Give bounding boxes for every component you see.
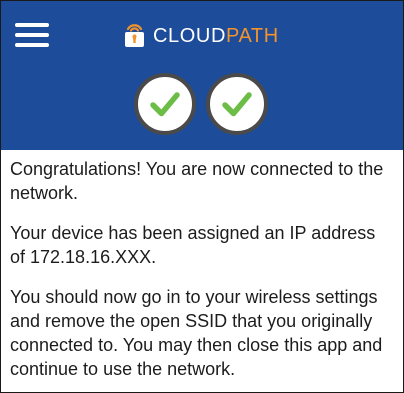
ip-address-value: Your device has been assigned an IP addr… bbox=[10, 223, 376, 267]
brand-name-part1: CLOUD bbox=[153, 25, 227, 47]
connection-status bbox=[134, 73, 268, 135]
brand-name-part2: PATH bbox=[226, 25, 279, 47]
brand-name: CLOUDPATH bbox=[153, 18, 279, 48]
congratulations-text: Congratulations! You are now connected t… bbox=[10, 159, 384, 203]
check-badge bbox=[134, 73, 196, 135]
hamburger-menu-icon[interactable] bbox=[15, 23, 49, 47]
app-header: CLOUDPATH bbox=[1, 1, 403, 150]
check-badge bbox=[206, 73, 268, 135]
app-window: CLOUDPATH Congratulations! You are now c… bbox=[0, 0, 404, 393]
message-content: Congratulations! You are now connected t… bbox=[1, 150, 403, 381]
redaction-box bbox=[156, 247, 187, 265]
ip-address-text: Your device has been assigned an IP addr… bbox=[10, 221, 394, 269]
check-icon bbox=[150, 92, 180, 117]
check-icon bbox=[222, 92, 252, 117]
padlock-wifi-icon bbox=[125, 24, 144, 47]
brand-logo: CLOUDPATH bbox=[122, 18, 279, 48]
instructions-text: You should now go in to your wireless se… bbox=[10, 287, 383, 379]
